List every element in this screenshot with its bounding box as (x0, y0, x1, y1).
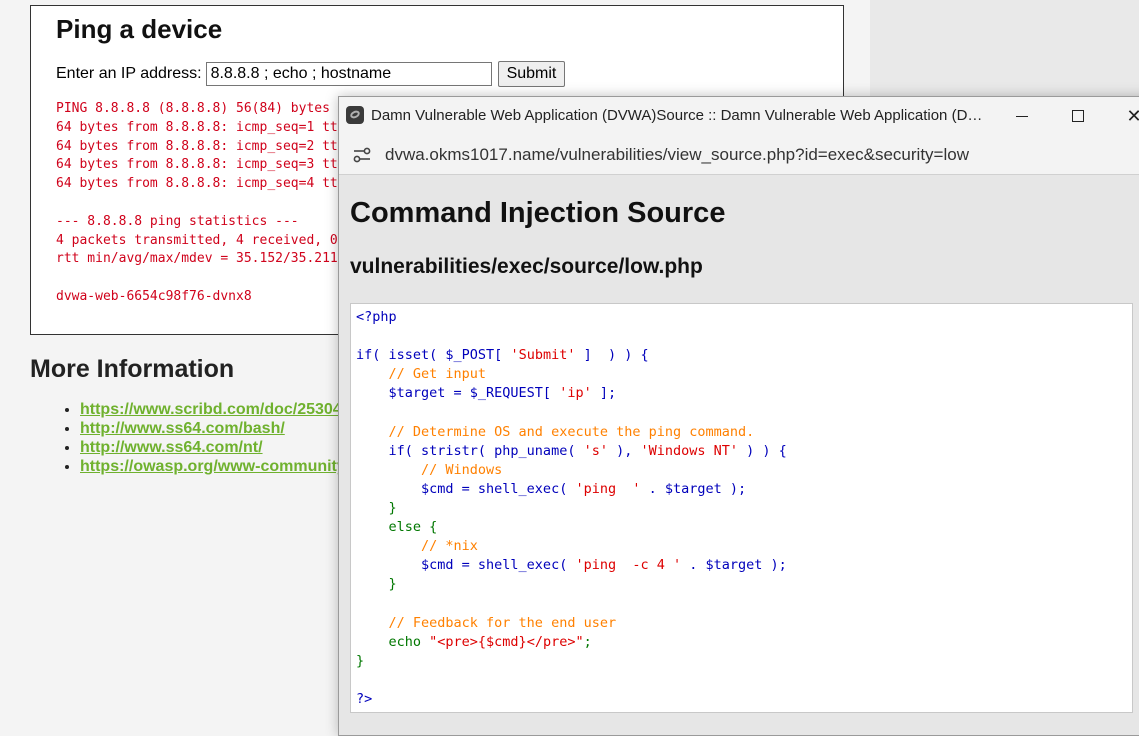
code-line: if( isset( $_POST[ 'Submit' ] ) ) { (356, 347, 649, 364)
code-line: } (356, 499, 397, 516)
link-ss64-nt[interactable]: http://www.ss64.com/nt/ (80, 439, 263, 456)
url-text[interactable]: dvwa.okms1017.name/vulnerabilities/view_… (385, 145, 969, 165)
view-source-popup-window: Damn Vulnerable Web Application (DVWA)So… (338, 96, 1139, 736)
dvwa-app-icon (346, 106, 364, 124)
code-line: echo "<pre>{$cmd}</pre>"; (356, 633, 592, 650)
code-comment: // *nix (356, 538, 478, 555)
ping-form: Enter an IP address: Submit (56, 61, 566, 87)
code-line: if( stristr( php_uname( 's' ), 'Windows … (356, 442, 787, 459)
code-line: $cmd = shell_exec( 'ping ' . $target ); (356, 480, 747, 497)
source-code: <?php if( isset( $_POST[ 'Submit' ] ) ) … (351, 304, 1132, 709)
ip-input[interactable] (205, 62, 492, 86)
code-line: <?php (356, 309, 397, 325)
address-bar: dvwa.okms1017.name/vulnerabilities/view_… (339, 135, 1139, 175)
source-code-box: <?php if( isset( $_POST[ 'Submit' ] ) ) … (350, 303, 1133, 713)
page-title: Ping a device (56, 14, 223, 44)
maximize-button[interactable] (1055, 101, 1101, 131)
code-comment: // Get input (356, 366, 487, 383)
window-title: Damn Vulnerable Web Application (DVWA)So… (371, 107, 991, 124)
source-heading: Command Injection Source (350, 197, 726, 229)
minimize-button[interactable] (999, 101, 1045, 131)
site-info-icon[interactable] (352, 146, 372, 164)
code-line: else { (356, 519, 438, 536)
code-line: $target = $_REQUEST[ 'ip' ]; (356, 385, 617, 402)
close-button[interactable]: ✕ (1111, 101, 1139, 131)
ip-label: Enter an IP address: (56, 65, 202, 82)
code-comment: // Feedback for the end user (356, 614, 617, 631)
submit-button[interactable]: Submit (497, 61, 566, 87)
code-line: ?> (356, 690, 373, 707)
code-line: } (356, 576, 397, 593)
code-comment: // Windows (356, 461, 503, 478)
more-info-heading: More Information (30, 355, 235, 383)
code-comment: // Determine OS and execute the ping com… (356, 423, 755, 440)
minimize-icon (1016, 115, 1028, 117)
code-line: } (356, 652, 365, 669)
link-ss64-bash[interactable]: http://www.ss64.com/bash/ (80, 420, 285, 437)
maximize-icon (1072, 110, 1084, 122)
source-file-path: vulnerabilities/exec/source/low.php (350, 255, 703, 278)
close-icon: ✕ (1126, 105, 1139, 126)
code-line: $cmd = shell_exec( 'ping -c 4 ' . $targe… (356, 557, 787, 574)
window-titlebar[interactable]: Damn Vulnerable Web Application (DVWA)So… (339, 97, 1139, 135)
